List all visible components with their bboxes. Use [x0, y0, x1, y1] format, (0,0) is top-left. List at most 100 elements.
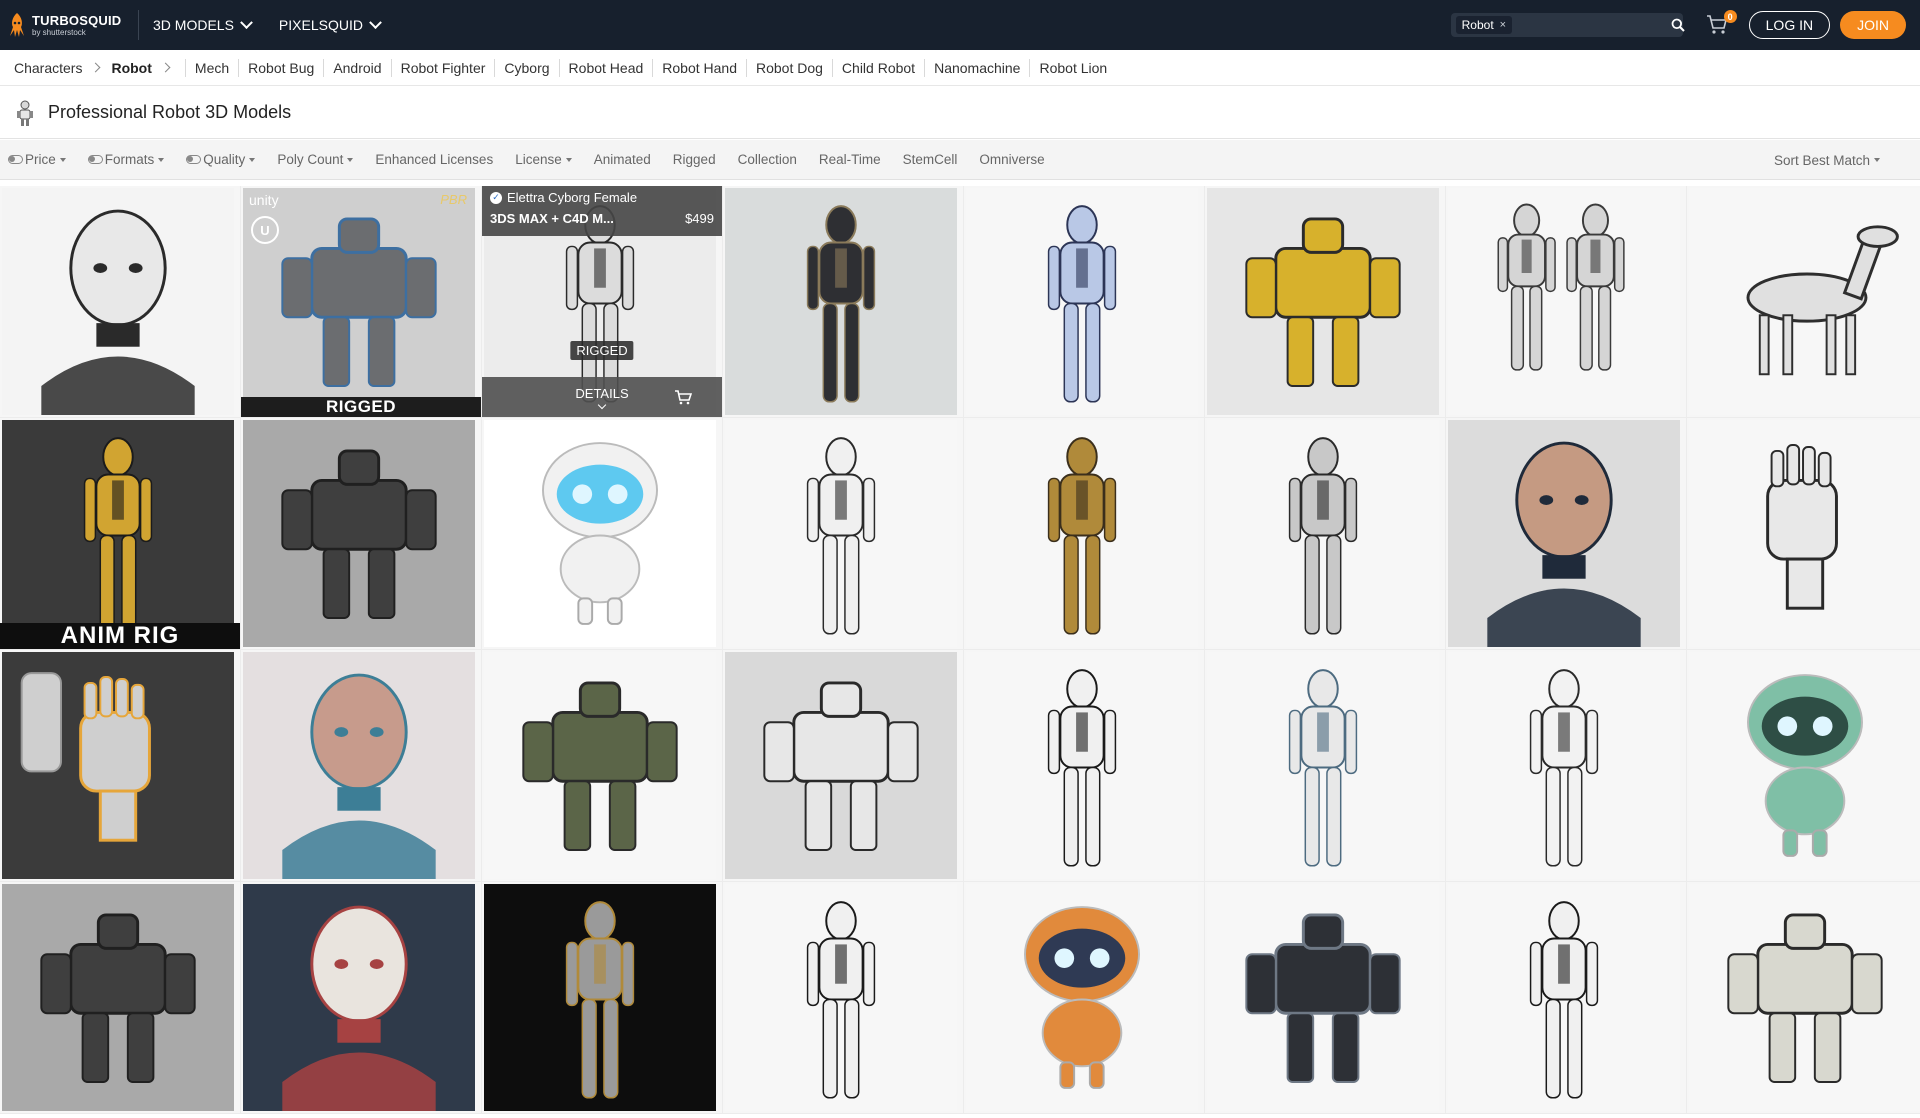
login-button[interactable]: LOG IN [1748, 11, 1831, 39]
product-card[interactable] [723, 418, 964, 650]
robot-holding-sphere-thumbnail[interactable] [484, 884, 716, 1111]
details-button[interactable]: DETAILS [575, 386, 629, 410]
filter-quality[interactable]: Quality [175, 152, 266, 167]
filter-animated[interactable]: Animated [583, 152, 662, 167]
related-search-link[interactable]: Child Robot [831, 58, 924, 77]
product-card[interactable] [1205, 418, 1446, 650]
search-term-chip[interactable]: Robot × [1455, 16, 1513, 34]
cyber-girl-katana-thumbnail[interactable] [243, 652, 475, 879]
product-card[interactable] [1205, 882, 1446, 1114]
product-card[interactable] [482, 882, 723, 1114]
female-robot-face-thumbnail[interactable] [243, 884, 475, 1111]
product-card[interactable] [1446, 882, 1687, 1114]
product-card[interactable] [1446, 186, 1687, 418]
toggle-icon[interactable] [8, 155, 23, 164]
product-card[interactable] [0, 882, 241, 1114]
white-android-bust-thumbnail[interactable] [2, 188, 234, 415]
product-card[interactable] [1687, 418, 1920, 650]
related-search-link[interactable]: Robot Bug [238, 58, 323, 77]
product-card[interactable] [0, 650, 241, 882]
filter-collection[interactable]: Collection [727, 152, 808, 167]
related-search-link[interactable]: Cyborg [494, 58, 558, 77]
product-card[interactable] [241, 650, 482, 882]
blue-female-android-thumbnail[interactable] [966, 188, 1198, 415]
product-card[interactable]: ✓ Elettra Cyborg Female 3DS MAX + C4D M...… [482, 186, 723, 418]
filter-real-time[interactable]: Real-Time [808, 152, 892, 167]
hover-card-header[interactable]: ✓ Elettra Cyborg Female 3DS MAX + C4D M...… [482, 186, 722, 236]
sort-dropdown[interactable]: Sort Best Match [1774, 140, 1880, 180]
turbosquid-logo[interactable]: TURBOSQUID by shutterstock [8, 0, 138, 50]
product-card[interactable] [964, 882, 1205, 1114]
search-input[interactable] [1516, 16, 1672, 34]
white-armored-trooper-thumbnail[interactable] [1689, 884, 1920, 1111]
filter-omniverse[interactable]: Omniverse [968, 152, 1055, 167]
robot-horse-thumbnail[interactable] [1689, 188, 1920, 415]
white-mannequin-robot-3-thumbnail[interactable] [1448, 884, 1680, 1111]
gold-black-robot-collage-thumbnail[interactable] [2, 420, 234, 647]
filter-formats[interactable]: Formats [77, 152, 176, 167]
mech-quadruped-thumbnail[interactable] [243, 420, 475, 647]
filter-rigged[interactable]: Rigged [662, 152, 727, 167]
white-female-robot-visor-thumbnail[interactable] [725, 420, 957, 647]
filter-enhanced-licenses[interactable]: Enhanced Licenses [364, 152, 504, 167]
product-card[interactable] [964, 650, 1205, 882]
cart-button[interactable]: 0 [1705, 10, 1737, 38]
toggle-icon[interactable] [186, 155, 202, 164]
product-card[interactable] [241, 418, 482, 650]
product-card[interactable] [964, 418, 1205, 650]
white-mannequin-robot-2-thumbnail[interactable] [725, 884, 957, 1111]
robot-hand-thumbnail[interactable] [1689, 420, 1920, 647]
filter-license[interactable]: License [504, 152, 583, 167]
join-button[interactable]: JOIN [1840, 11, 1906, 39]
green-battle-mech-thumbnail[interactable] [484, 652, 716, 879]
product-card[interactable] [482, 650, 723, 882]
related-search-link[interactable]: Robot Hand [652, 58, 746, 77]
gold-droid-thumbnail[interactable] [966, 420, 1198, 647]
related-search-link[interactable]: Mech [184, 58, 238, 77]
yellow-combat-robot-thumbnail[interactable] [1207, 188, 1439, 415]
related-search-link[interactable]: Robot Dog [745, 58, 832, 77]
product-card[interactable] [482, 418, 723, 650]
product-card[interactable] [723, 650, 964, 882]
related-search-link[interactable]: Android [323, 58, 390, 77]
product-card[interactable] [1205, 650, 1446, 882]
search-button[interactable] [1671, 14, 1685, 36]
menu-3d-models[interactable]: 3D MODELS [139, 0, 265, 50]
silver-female-android-thumbnail[interactable] [1207, 420, 1439, 647]
product-card[interactable] [723, 186, 964, 418]
toggle-icon[interactable] [87, 155, 103, 164]
product-card[interactable] [1687, 882, 1920, 1114]
product-card[interactable] [723, 882, 964, 1114]
skull-robot-torso-thumbnail[interactable] [725, 652, 957, 879]
breadcrumb-characters[interactable]: Characters [14, 60, 82, 76]
product-card[interactable] [1446, 650, 1687, 882]
white-helmet-robot-thumbnail[interactable] [1448, 652, 1680, 879]
white-mannequin-robot-thumbnail[interactable] [966, 652, 1198, 879]
product-name[interactable]: Elettra Cyborg Female [507, 190, 637, 205]
related-search-link[interactable]: Robot Lion [1029, 58, 1116, 77]
product-card[interactable] [1687, 186, 1920, 418]
add-to-cart-icon[interactable] [674, 389, 692, 405]
related-search-link[interactable]: Robot Fighter [390, 58, 495, 77]
twin-humanoid-robots-thumbnail[interactable] [1448, 188, 1680, 415]
product-card[interactable] [1446, 418, 1687, 650]
filter-poly-count[interactable]: Poly Count [266, 152, 364, 167]
product-card[interactable] [1687, 650, 1920, 882]
hooded-ninja-robot-thumbnail[interactable] [725, 188, 957, 415]
product-card[interactable] [1205, 186, 1446, 418]
filter-stemcell[interactable]: StemCell [892, 152, 969, 167]
blue-grey-mannequin-thumbnail[interactable] [1207, 652, 1439, 879]
product-card[interactable]: ANIM RIG [0, 418, 241, 650]
teal-cartoon-robot-thumbnail[interactable] [1689, 652, 1920, 879]
cyborg-head-thumbnail[interactable] [1448, 420, 1680, 647]
menu-pixelsquid[interactable]: PIXELSQUID [265, 0, 394, 50]
product-card[interactable] [0, 186, 241, 418]
orange-astronaut-bot-thumbnail[interactable] [966, 884, 1198, 1111]
robot-hands-pair-thumbnail[interactable] [2, 652, 234, 879]
product-card[interactable] [964, 186, 1205, 418]
dark-armored-robot-thumbnail[interactable] [1207, 884, 1439, 1111]
armored-soldier-robot-thumbnail[interactable] [243, 188, 475, 415]
product-card[interactable] [241, 882, 482, 1114]
mech-quadruped-2-thumbnail[interactable] [2, 884, 234, 1111]
product-card[interactable]: unity PBR U RIGGED [241, 186, 482, 418]
